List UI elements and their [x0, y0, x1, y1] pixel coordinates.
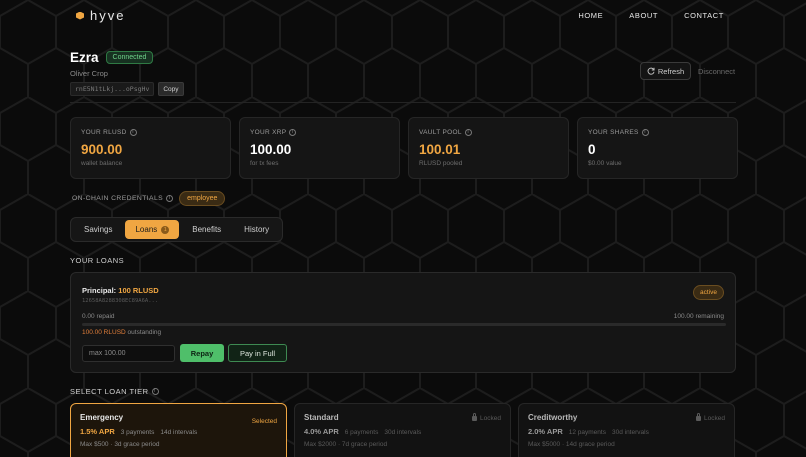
stat-value: 900.00 — [81, 142, 123, 157]
tier-limits: Max $5000 · 14d grace period — [528, 441, 615, 448]
repay-button[interactable]: Repay — [180, 344, 224, 362]
tier-name: Emergency — [80, 413, 124, 422]
refresh-button[interactable]: Refresh — [640, 62, 691, 80]
credential-badge: employee — [179, 191, 226, 206]
tab-loans-count: 1 — [161, 225, 170, 234]
info-icon[interactable]: i — [151, 388, 159, 395]
nav-home-link[interactable]: HOME — [578, 11, 603, 20]
stat-label: VAULT POOL — [419, 129, 462, 136]
tier-tag-label: Locked — [704, 415, 725, 422]
tier-payments: 12 payments — [568, 429, 606, 436]
header-divider — [70, 102, 736, 103]
tier-intervals: 14d intervals — [160, 429, 198, 436]
tier-payments: 6 payments — [344, 429, 379, 436]
credentials-label: ON-CHAIN CREDENTIALS — [72, 195, 164, 202]
stat-sub: for tx fees — [250, 160, 279, 167]
stat-card-xrp: YOUR XRP i 100.00 for tx fees — [239, 117, 400, 179]
principal-amount: 100 RLUSD — [118, 286, 159, 295]
stat-sub: wallet balance — [81, 160, 123, 167]
tier-payments: 3 payments — [120, 429, 155, 436]
loan-tier-title: SELECT LOAN TIER i — [70, 387, 159, 396]
tier-apr: 1.5% APR — [80, 427, 115, 436]
nav-contact-link[interactable]: CONTACT — [684, 11, 724, 20]
outstanding-amount: 100.00 RLUSD — [82, 329, 126, 336]
user-org: Oliver Crop — [70, 69, 108, 78]
info-icon[interactable]: i — [166, 195, 174, 202]
tier-apr: 2.0% APR — [528, 427, 563, 436]
stat-label: YOUR RLUSD — [81, 129, 127, 136]
stat-value: 0 — [588, 142, 596, 157]
stat-value: 100.00 — [250, 142, 292, 157]
tier-locked-tag: Locked — [472, 413, 501, 422]
refresh-label: Refresh — [657, 66, 685, 76]
tab-savings[interactable]: Savings — [74, 220, 122, 239]
tier-tag-label: Locked — [480, 415, 501, 422]
outstanding-label: outstanding — [127, 329, 162, 336]
stat-label: YOUR SHARES — [588, 129, 639, 136]
tier-card-emergency[interactable]: Emergency Selected 1.5% APR 3 payments 1… — [70, 403, 287, 457]
repayment-progress — [82, 323, 726, 326]
stats-row: YOUR RLUSD i 900.00 wallet balance YOUR X… — [70, 117, 738, 179]
tier-intervals: 30d intervals — [611, 429, 649, 436]
stat-label: YOUR XRP — [250, 129, 287, 136]
top-nav: hyve HOME ABOUT CONTACT — [0, 0, 806, 30]
repay-amount-input[interactable] — [82, 345, 175, 362]
credentials-row: ON-CHAIN CREDENTIALS i employee — [72, 191, 226, 206]
hexagon-logo-icon — [76, 11, 84, 20]
lock-icon — [696, 413, 702, 421]
tier-limits: Max $500 · 3d grace period — [80, 441, 160, 448]
your-loans-title: YOUR LOANS — [70, 256, 125, 265]
main-nav: HOME ABOUT CONTACT — [578, 11, 724, 20]
section-tabs: Savings Loans 1 Benefits History — [70, 217, 283, 242]
copy-address-button[interactable]: Copy — [158, 82, 184, 96]
loan-tier-title-label: SELECT LOAN TIER — [70, 387, 149, 396]
tier-locked-tag: Locked — [696, 413, 725, 422]
stat-sub: RLUSD pooled — [419, 160, 463, 167]
tier-card-creditworthy[interactable]: Creditworthy Locked 2.0% APR 12 payments… — [518, 403, 735, 457]
disconnect-link[interactable]: Disconnect — [698, 67, 735, 76]
stat-sub: $0.00 value — [588, 160, 622, 167]
connected-badge: Connected — [105, 51, 154, 64]
nav-about-link[interactable]: ABOUT — [629, 11, 658, 20]
remaining-amount: 100.00 remaining — [673, 313, 724, 320]
refresh-icon — [647, 67, 655, 75]
tier-selected-tag: Selected — [251, 418, 277, 425]
repaid-amount: 0.00 repaid — [82, 313, 115, 320]
stat-card-rlusd: YOUR RLUSD i 900.00 wallet balance — [70, 117, 231, 179]
user-name: Ezra — [70, 50, 99, 65]
wallet-address: rnE5N1tLkj...oPsgHv — [70, 82, 155, 96]
brand-name: hyve — [90, 8, 126, 23]
tab-loans[interactable]: Loans 1 — [125, 220, 180, 239]
tier-limits: Max $2000 · 7d grace period — [304, 441, 388, 448]
tab-history[interactable]: History — [234, 220, 279, 239]
info-icon[interactable]: i — [289, 129, 297, 136]
pay-in-full-button[interactable]: Pay in Full — [228, 344, 287, 362]
loan-id: 12658A8288308EC89A6A... — [82, 298, 159, 304]
info-icon[interactable]: i — [129, 129, 137, 136]
brand[interactable]: hyve — [76, 8, 125, 23]
stat-value: 100.01 — [419, 142, 461, 157]
info-icon[interactable]: i — [641, 129, 649, 136]
tier-card-standard[interactable]: Standard Locked 4.0% APR 6 payments 30d … — [294, 403, 511, 457]
lock-icon — [472, 413, 478, 421]
info-icon[interactable]: i — [464, 129, 472, 136]
tab-loans-label: Loans — [135, 225, 158, 234]
stat-card-vault-pool: VAULT POOL i 100.01 RLUSD pooled — [408, 117, 569, 179]
stat-card-shares: YOUR SHARES i 0 $0.00 value — [577, 117, 738, 179]
loan-card: Principal: 100 RLUSD 12658A8288308EC89A6… — [70, 272, 736, 373]
outstanding-row: 100.00 RLUSD outstanding — [82, 329, 161, 336]
tier-apr: 4.0% APR — [304, 427, 339, 436]
tier-intervals: 30d intervals — [384, 429, 422, 436]
profile-header: Ezra Connected Oliver Crop rnE5N1tLkj...… — [70, 50, 184, 96]
loan-status-badge: active — [693, 285, 724, 300]
loan-principal: Principal: 100 RLUSD — [82, 286, 159, 295]
principal-label: Principal: — [82, 286, 117, 295]
loan-tiers: Emergency Selected 1.5% APR 3 payments 1… — [70, 403, 735, 457]
tab-benefits[interactable]: Benefits — [182, 220, 231, 239]
